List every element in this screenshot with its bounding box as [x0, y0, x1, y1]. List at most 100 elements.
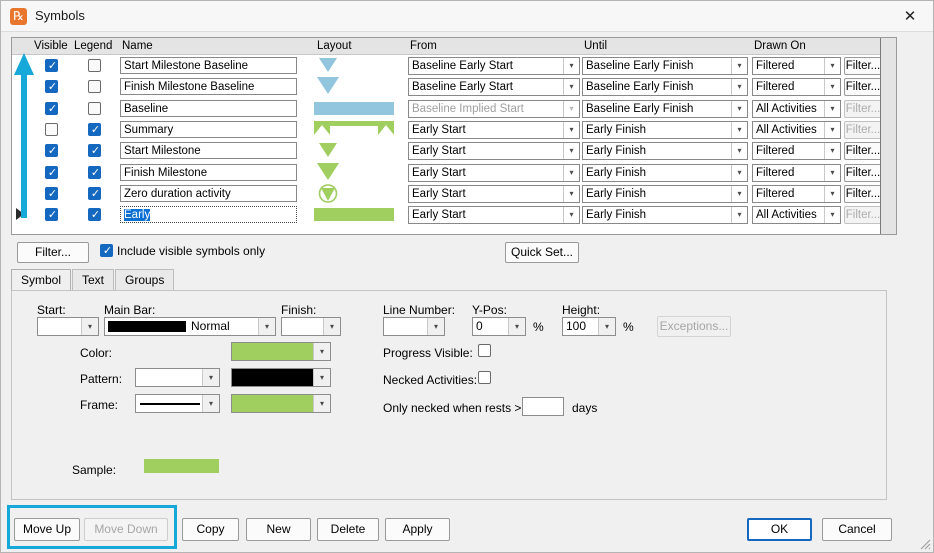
exceptions-button[interactable]: Exceptions... [657, 316, 731, 337]
until-select[interactable]: Baseline Early Finish ▾ [582, 57, 748, 75]
row-filter-button[interactable]: Filter... [844, 120, 882, 139]
row-filter-button[interactable]: Filter... [844, 163, 882, 182]
from-select[interactable]: Early Start ▾ [408, 184, 580, 203]
legend-checkbox[interactable] [88, 80, 101, 94]
filter-button[interactable]: Filter... [17, 242, 89, 263]
symbol-name-input[interactable]: Finish Milestone [120, 163, 297, 181]
from-select[interactable]: Early Start ▾ [408, 120, 580, 139]
from-select[interactable]: Early Start ▾ [408, 163, 580, 182]
quick-set-button[interactable]: Quick Set... [505, 242, 579, 263]
table-row[interactable]: ✓ ✓ Early Early Start ▾ Early Finish ▾ All Acti… [12, 204, 896, 225]
visible-checkbox[interactable]: ✓ [45, 165, 58, 179]
necked-activities-checkbox[interactable] [478, 371, 491, 384]
table-row[interactable]: ✓ Baseline Baseline Implied Start ▾ Baseline… [12, 98, 896, 119]
move-down-button[interactable]: Move Down [84, 518, 168, 541]
line-number-select[interactable]: ▾ [383, 317, 445, 336]
from-select[interactable]: Early Start ▾ [408, 142, 580, 161]
visible-checkbox[interactable]: ✓ [45, 59, 58, 72]
until-select[interactable]: Early Finish ▾ [582, 142, 748, 161]
symbol-name-input[interactable]: Early [120, 206, 297, 224]
table-row[interactable]: ✓ Finish Milestone Baseline Baseline Early… [12, 76, 896, 97]
column-header-until[interactable]: Until [584, 40, 607, 52]
legend-checkbox[interactable]: ✓ [88, 144, 101, 158]
symbol-name-input[interactable]: Finish Milestone Baseline [120, 78, 297, 96]
progress-visible-checkbox[interactable] [478, 344, 491, 357]
move-up-button[interactable]: Move Up [14, 518, 80, 541]
tab-text[interactable]: Text [72, 269, 115, 291]
drawn-on-select[interactable]: All Activities ▾ [752, 99, 841, 118]
drawn-on-select[interactable]: Filtered ▾ [752, 57, 841, 75]
legend-checkbox[interactable] [88, 59, 101, 72]
copy-button[interactable]: Copy [182, 518, 239, 541]
cancel-button[interactable]: Cancel [822, 518, 892, 541]
color-select[interactable]: ▾ [231, 342, 331, 361]
main-bar-select[interactable]: Normal ▾ [104, 317, 276, 336]
until-select[interactable]: Baseline Early Finish ▾ [582, 99, 748, 118]
apply-button[interactable]: Apply [385, 518, 450, 541]
visible-checkbox[interactable]: ✓ [45, 186, 58, 200]
row-filter-button[interactable]: Filter... [844, 99, 882, 118]
symbol-name-input[interactable]: Zero duration activity [120, 184, 297, 202]
until-select[interactable]: Early Finish ▾ [582, 184, 748, 203]
symbol-name-input[interactable]: Start Milestone Baseline [120, 57, 297, 74]
pattern-style-select[interactable]: ▾ [135, 368, 220, 387]
pattern-color-select[interactable]: ▾ [231, 368, 331, 387]
table-row[interactable]: ✓ ✓ Finish Milestone Early Start ▾ Early Fini… [12, 162, 896, 183]
symbol-name-input[interactable]: Baseline [120, 99, 297, 117]
resize-grip-icon[interactable] [919, 538, 931, 550]
column-header-drawn-on[interactable]: Drawn On [754, 40, 806, 52]
tab-groups[interactable]: Groups [115, 269, 175, 291]
from-select[interactable]: Baseline Early Start ▾ [408, 78, 580, 97]
visible-checkbox[interactable]: ✓ [45, 80, 58, 94]
delete-button[interactable]: Delete [317, 518, 379, 541]
until-select[interactable]: Baseline Early Finish ▾ [582, 78, 748, 97]
until-select[interactable]: Early Finish ▾ [582, 120, 748, 139]
drawn-on-select[interactable]: Filtered ▾ [752, 142, 841, 161]
row-filter-button[interactable]: Filter... [844, 78, 882, 97]
table-row[interactable]: ✓ ✓ Start Milestone Early Start ▾ Early Finis… [12, 140, 896, 161]
finish-select[interactable]: ▾ [281, 317, 341, 336]
legend-checkbox[interactable]: ✓ [88, 165, 101, 179]
legend-checkbox[interactable]: ✓ [88, 186, 101, 200]
visible-checkbox[interactable]: ✓ [45, 208, 58, 222]
visible-checkbox[interactable]: ✓ [45, 144, 58, 158]
legend-checkbox[interactable] [88, 101, 101, 115]
frame-color-select[interactable]: ▾ [231, 394, 331, 413]
tab-symbol[interactable]: Symbol [11, 269, 72, 291]
close-icon[interactable]: ✕ [887, 1, 933, 31]
from-select[interactable]: Baseline Implied Start ▾ [408, 99, 580, 118]
until-select[interactable]: Early Finish ▾ [582, 163, 748, 182]
column-header-visible[interactable]: Visible [34, 40, 68, 52]
visible-checkbox[interactable]: ✓ [45, 101, 58, 115]
grid-scroll-gutter[interactable] [880, 38, 896, 234]
ok-button[interactable]: OK [747, 518, 812, 541]
new-button[interactable]: New [246, 518, 311, 541]
from-select[interactable]: Early Start ▾ [408, 206, 580, 225]
legend-checkbox[interactable]: ✓ [88, 208, 101, 222]
table-row[interactable]: ✓ ✓ Zero duration activity Early Start ▾ Earl… [12, 183, 896, 204]
drawn-on-select[interactable]: All Activities ▾ [752, 206, 841, 225]
table-row[interactable]: ✓ Summary Early Start ▾ Early Finish ▾ All Act… [12, 119, 896, 140]
height-input[interactable]: 100 ▾ [562, 317, 616, 336]
column-header-from[interactable]: From [410, 40, 437, 52]
drawn-on-select[interactable]: All Activities ▾ [752, 120, 841, 139]
column-header-layout[interactable]: Layout [317, 40, 352, 52]
column-header-name[interactable]: Name [122, 40, 153, 52]
drawn-on-select[interactable]: Filtered ▾ [752, 78, 841, 97]
visible-checkbox[interactable] [45, 122, 58, 136]
start-select[interactable]: ▾ [37, 317, 99, 336]
include-visible-checkbox[interactable]: ✓ [100, 244, 113, 257]
legend-checkbox[interactable]: ✓ [88, 122, 101, 136]
table-row[interactable]: ✓ Start Milestone Baseline Baseline Early … [12, 55, 896, 76]
row-filter-button[interactable]: Filter... [844, 184, 882, 203]
until-select[interactable]: Early Finish ▾ [582, 206, 748, 225]
row-filter-button[interactable]: Filter... [844, 57, 882, 75]
row-filter-button[interactable]: Filter... [844, 142, 882, 161]
from-select[interactable]: Baseline Early Start ▾ [408, 57, 580, 75]
symbol-name-input[interactable]: Start Milestone [120, 142, 297, 160]
symbol-name-input[interactable]: Summary [120, 120, 297, 138]
ypos-input[interactable]: 0 ▾ [472, 317, 526, 336]
row-filter-button[interactable]: Filter... [844, 206, 882, 225]
frame-style-select[interactable]: ▾ [135, 394, 220, 413]
drawn-on-select[interactable]: Filtered ▾ [752, 163, 841, 182]
